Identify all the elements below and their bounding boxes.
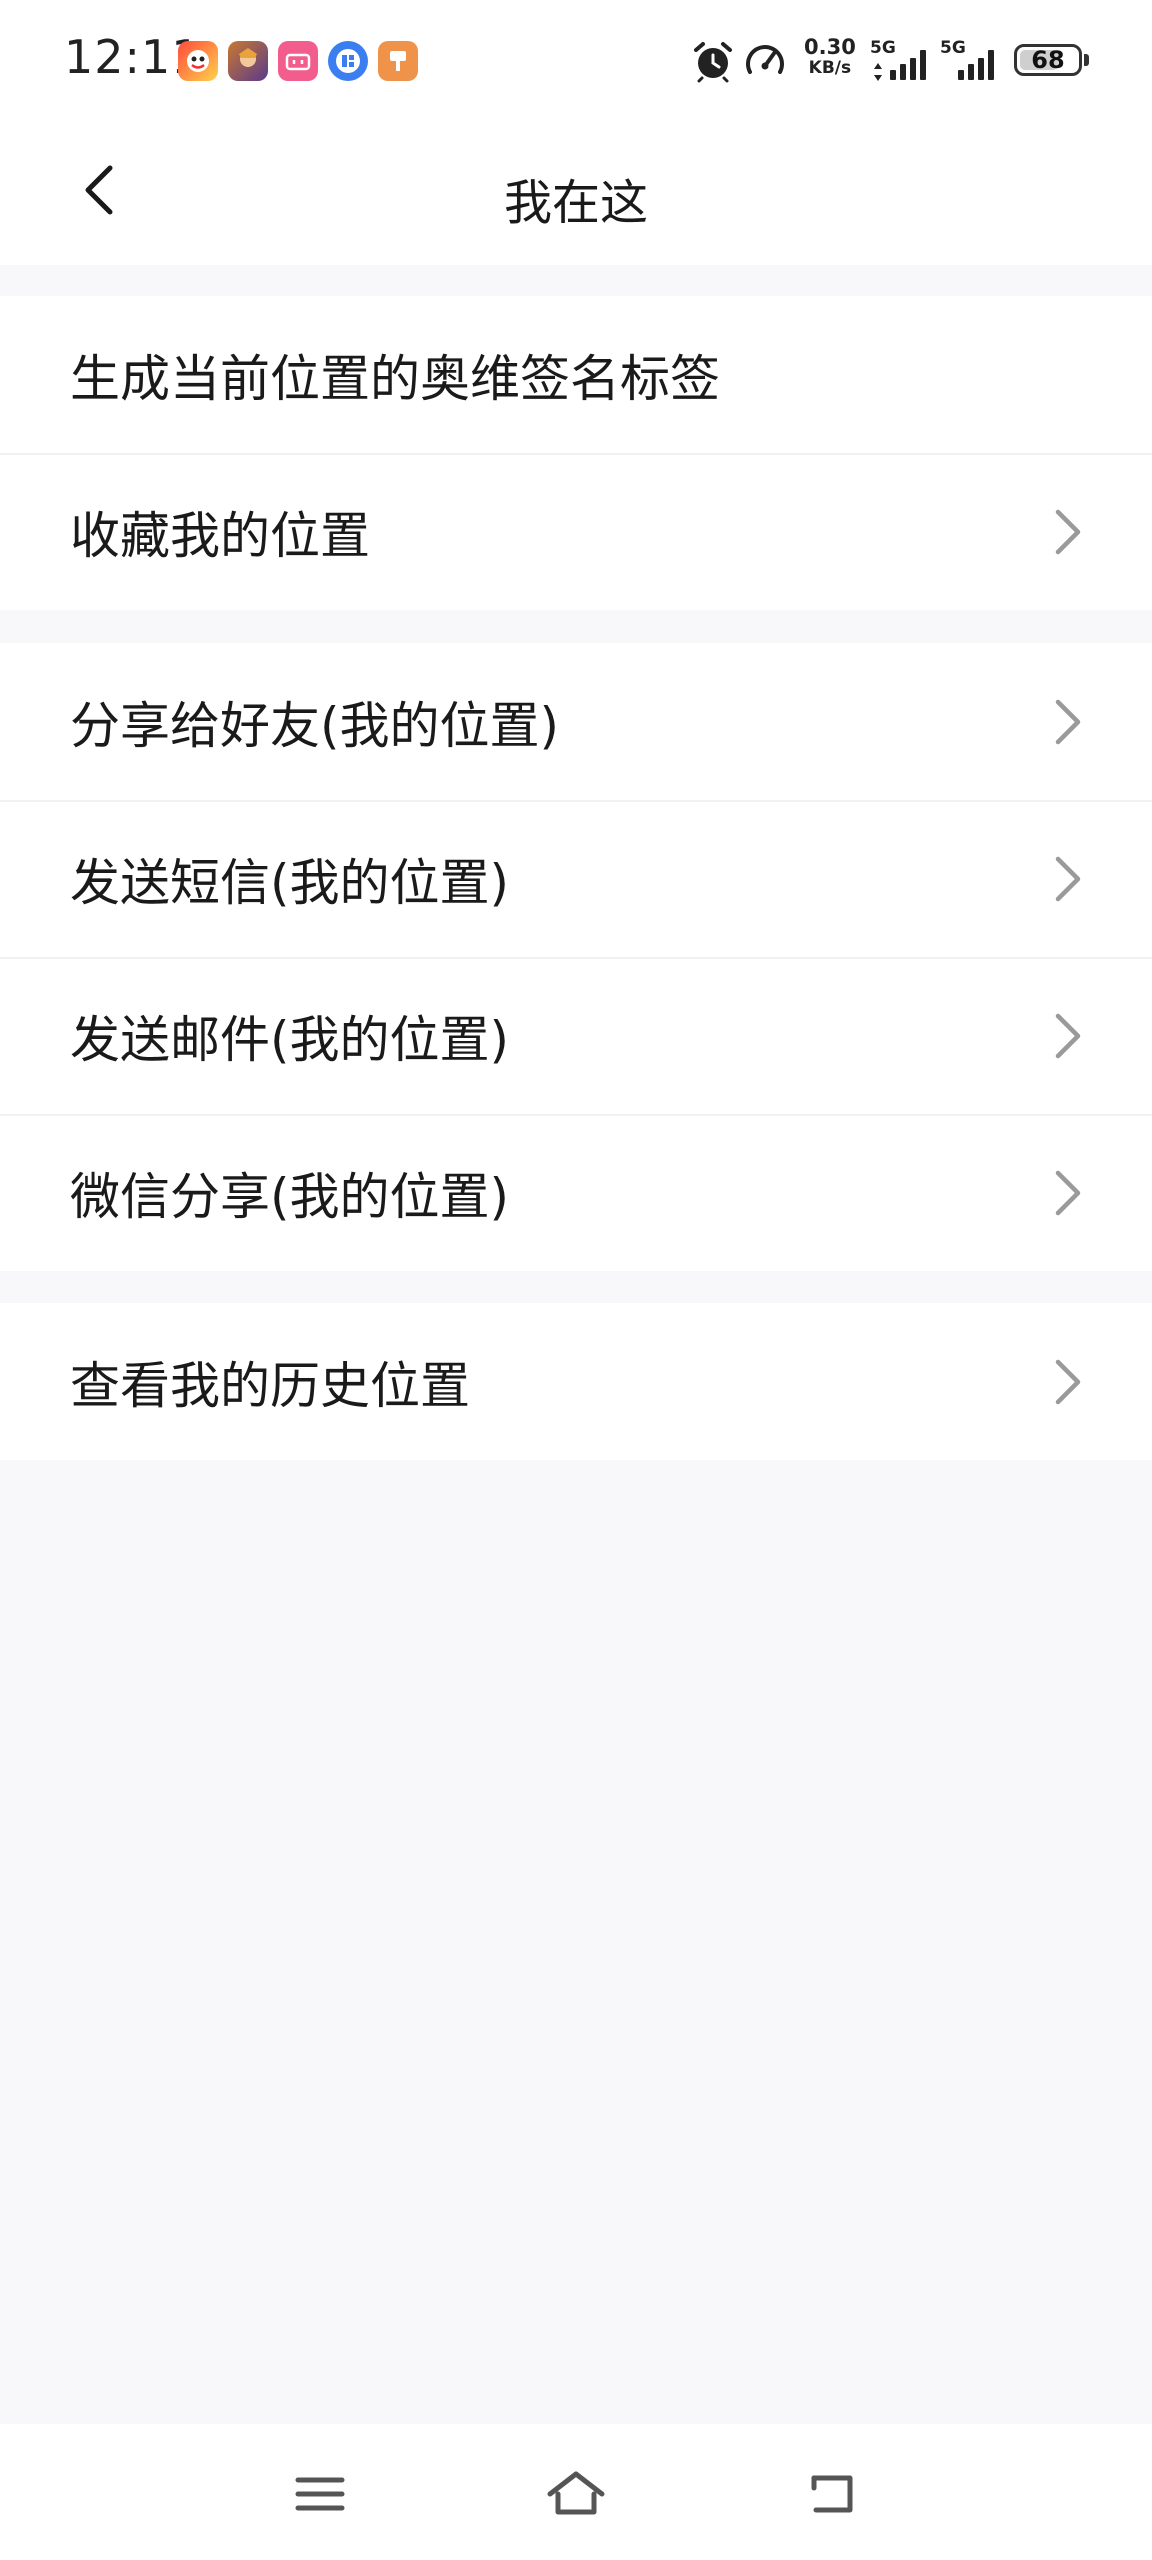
navigation-bar: 我在这 bbox=[0, 125, 1152, 265]
sim2-signal-icon bbox=[958, 48, 994, 80]
speedometer-icon bbox=[742, 38, 788, 84]
system-navigation-bar bbox=[0, 2424, 1152, 2560]
favorite-my-location-item[interactable]: 收藏我的位置 bbox=[0, 453, 1152, 610]
data-arrows-icon bbox=[872, 62, 884, 82]
send-sms-item[interactable]: 发送短信(我的位置) bbox=[0, 800, 1152, 957]
wechat-share-item[interactable]: 微信分享(我的位置) bbox=[0, 1114, 1152, 1271]
chevron-right-icon bbox=[1048, 504, 1088, 560]
game-app-icon bbox=[178, 41, 218, 81]
share-to-friends-item[interactable]: 分享给好友(我的位置) bbox=[0, 643, 1152, 800]
view-location-history-item[interactable]: 查看我的历史位置 bbox=[0, 1303, 1152, 1460]
generate-signature-tag-item[interactable]: 生成当前位置的奥维签名标签 bbox=[0, 296, 1152, 453]
paint-app-icon bbox=[378, 41, 418, 81]
battery-icon: 68 bbox=[1014, 44, 1082, 76]
alarm-icon bbox=[690, 38, 736, 84]
chevron-right-icon bbox=[1048, 694, 1088, 750]
home-icon bbox=[547, 2471, 605, 2515]
network-speed-value: 0.30 bbox=[804, 35, 856, 59]
page-title: 我在这 bbox=[503, 175, 648, 231]
back-icon bbox=[811, 2475, 853, 2513]
menu-button[interactable] bbox=[280, 2454, 360, 2534]
bilibili-style-app-icon bbox=[278, 41, 318, 81]
tieba-app-icon bbox=[328, 41, 368, 81]
hero-game-icon bbox=[228, 41, 268, 81]
list-item-label: 发送邮件(我的位置) bbox=[70, 1010, 510, 1069]
list-item-label: 发送短信(我的位置) bbox=[70, 853, 510, 912]
section-history: 查看我的历史位置 bbox=[0, 1303, 1152, 1460]
chevron-right-icon bbox=[1048, 1008, 1088, 1064]
system-back-button[interactable] bbox=[792, 2454, 872, 2534]
list-item-label: 微信分享(我的位置) bbox=[70, 1167, 510, 1226]
list-item-label: 分享给好友(我的位置) bbox=[70, 696, 560, 755]
battery-percent: 68 bbox=[1031, 46, 1065, 74]
send-email-item[interactable]: 发送邮件(我的位置) bbox=[0, 957, 1152, 1114]
list-item-label: 收藏我的位置 bbox=[70, 506, 370, 565]
section-location-actions: 生成当前位置的奥维签名标签 收藏我的位置 bbox=[0, 296, 1152, 610]
network-speed: 0.30 KB/s bbox=[804, 36, 856, 78]
section-share: 分享给好友(我的位置) 发送短信(我的位置) 发送邮件(我的位置) 微信分享(我… bbox=[0, 643, 1152, 1271]
home-button[interactable] bbox=[536, 2454, 616, 2534]
battery-tip bbox=[1084, 54, 1089, 66]
list-item-label: 生成当前位置的奥维签名标签 bbox=[70, 349, 720, 408]
status-bar: 12:11 0.30 KB/s 5G 5G 68 bbox=[0, 0, 1152, 125]
network-speed-unit: KB/s bbox=[808, 58, 852, 78]
chevron-right-icon bbox=[1048, 1165, 1088, 1221]
list-item-label: 查看我的历史位置 bbox=[70, 1356, 470, 1415]
chevron-right-icon bbox=[1048, 1354, 1088, 1410]
menu-icon bbox=[295, 2477, 345, 2511]
sim1-signal-icon bbox=[890, 48, 926, 80]
chevron-right-icon bbox=[1048, 851, 1088, 907]
